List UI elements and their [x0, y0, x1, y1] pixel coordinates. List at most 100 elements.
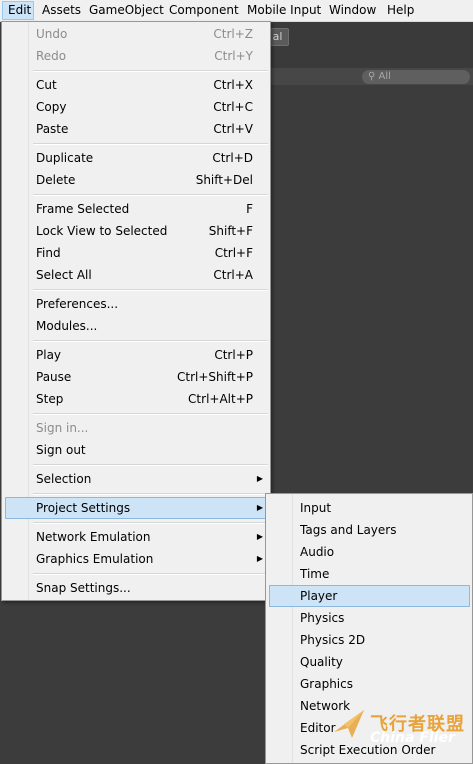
menu-item-pause[interactable]: Pause Ctrl+Shift+P	[5, 366, 267, 388]
menu-assets[interactable]: Assets	[42, 1, 81, 20]
menu-edit[interactable]: Edit	[2, 1, 34, 20]
menu-item-duplicate[interactable]: Duplicate Ctrl+D	[5, 147, 267, 169]
menu-item-label: Pause	[36, 370, 72, 384]
submenu-item-network[interactable]: Network	[269, 695, 470, 717]
menu-mobile-input[interactable]: Mobile Input	[247, 1, 321, 20]
submenu-item-physics[interactable]: Physics	[269, 607, 470, 629]
menu-item-preferences[interactable]: Preferences...	[5, 293, 267, 315]
menu-help[interactable]: Help	[387, 1, 414, 20]
menu-item-label: Script Execution Order	[300, 743, 436, 757]
menu-item-shortcut: Shift+F	[208, 224, 253, 238]
search-placeholder: All	[378, 71, 391, 82]
submenu-item-physics-2d[interactable]: Physics 2D	[269, 629, 470, 651]
menu-item-graphics-emulation[interactable]: Graphics Emulation ▶	[5, 548, 267, 570]
submenu-item-tags-and-layers[interactable]: Tags and Layers	[269, 519, 470, 541]
menu-item-selection[interactable]: Selection ▶	[5, 468, 267, 490]
menu-item-shortcut: Ctrl+V	[213, 122, 253, 136]
menu-item-modules[interactable]: Modules...	[5, 315, 267, 337]
submenu-arrow-icon: ▶	[256, 503, 263, 512]
menu-item-label: Player	[300, 589, 338, 603]
menu-bar: Edit Assets GameObject Component Mobile …	[0, 0, 473, 22]
menu-item-label: Physics	[300, 611, 345, 625]
submenu-item-quality[interactable]: Quality	[269, 651, 470, 673]
menu-separator	[33, 340, 268, 342]
menu-separator	[33, 464, 268, 466]
menu-item-undo[interactable]: Undo Ctrl+Z	[5, 23, 267, 45]
menu-item-project-settings[interactable]: Project Settings ▶	[5, 497, 267, 519]
menu-item-find[interactable]: Find Ctrl+F	[5, 242, 267, 264]
menu-item-select-all[interactable]: Select All Ctrl+A	[5, 264, 267, 286]
submenu-item-audio[interactable]: Audio	[269, 541, 470, 563]
editor-toolbar	[260, 22, 473, 68]
menu-item-label: Duplicate	[36, 151, 94, 165]
menu-item-shortcut: Ctrl+Y	[214, 49, 253, 63]
menu-item-delete[interactable]: Delete Shift+Del	[5, 169, 267, 191]
menu-item-shortcut: Ctrl+A	[213, 268, 253, 282]
edit-menu-dropdown: Undo Ctrl+Z Redo Ctrl+Y Cut Ctrl+X Copy …	[1, 21, 271, 601]
menu-separator	[33, 413, 268, 415]
menu-item-label: Graphics	[300, 677, 353, 691]
menu-window[interactable]: Window	[329, 1, 376, 20]
menu-item-label: Delete	[36, 173, 76, 187]
menu-item-cut[interactable]: Cut Ctrl+X	[5, 74, 267, 96]
menu-component[interactable]: Component	[169, 1, 239, 20]
menu-item-lock-view[interactable]: Lock View to Selected Shift+F	[5, 220, 267, 242]
menu-item-shortcut: Ctrl+Shift+P	[177, 370, 253, 384]
menu-item-copy[interactable]: Copy Ctrl+C	[5, 96, 267, 118]
menu-item-label: Sign in...	[36, 421, 89, 435]
menu-item-label: Network	[300, 699, 351, 713]
menu-separator	[33, 194, 268, 196]
submenu-item-time[interactable]: Time	[269, 563, 470, 585]
menu-item-label: Redo	[36, 49, 67, 63]
menu-item-label: Lock View to Selected	[36, 224, 168, 238]
menu-item-shortcut: Ctrl+C	[213, 100, 253, 114]
submenu-item-script-execution-order[interactable]: Script Execution Order	[269, 739, 470, 761]
menu-item-label: Find	[36, 246, 61, 260]
menu-item-sign-out[interactable]: Sign out	[5, 439, 267, 461]
menu-item-label: Quality	[300, 655, 343, 669]
menu-item-play[interactable]: Play Ctrl+P	[5, 344, 267, 366]
menu-separator	[33, 70, 268, 72]
menu-item-network-emulation[interactable]: Network Emulation ▶	[5, 526, 267, 548]
submenu-item-graphics[interactable]: Graphics	[269, 673, 470, 695]
menu-item-label: Copy	[36, 100, 67, 114]
menu-item-shortcut: Ctrl+P	[214, 348, 253, 362]
menu-item-label: Selection	[36, 472, 92, 486]
menu-item-label: Input	[300, 501, 332, 515]
menu-item-step[interactable]: Step Ctrl+Alt+P	[5, 388, 267, 410]
menu-item-label: Preferences...	[36, 297, 119, 311]
menu-separator	[33, 522, 268, 524]
submenu-item-editor[interactable]: Editor	[269, 717, 470, 739]
menu-gameobject[interactable]: GameObject	[89, 1, 164, 20]
menu-item-label: Graphics Emulation	[36, 552, 154, 566]
menu-item-frame-selected[interactable]: Frame Selected F	[5, 198, 267, 220]
menu-item-label: Modules...	[36, 319, 98, 333]
menu-item-redo[interactable]: Redo Ctrl+Y	[5, 45, 267, 67]
menu-item-label: Tags and Layers	[300, 523, 397, 537]
menu-separator	[33, 493, 268, 495]
menu-item-label: Audio	[300, 545, 335, 559]
menu-item-shortcut: Ctrl+Z	[213, 27, 253, 41]
menu-separator	[33, 289, 268, 291]
menu-item-snap-settings[interactable]: Snap Settings...	[5, 577, 267, 599]
menu-item-label: Undo	[36, 27, 68, 41]
submenu-item-input[interactable]: Input	[269, 497, 470, 519]
menu-item-sign-in[interactable]: Sign in...	[5, 417, 267, 439]
menu-item-shortcut: F	[246, 202, 253, 216]
submenu-arrow-icon: ▶	[256, 554, 263, 563]
menu-item-paste[interactable]: Paste Ctrl+V	[5, 118, 267, 140]
menu-item-label: Physics 2D	[300, 633, 366, 647]
menu-item-label: Time	[300, 567, 330, 581]
menu-item-label: Select All	[36, 268, 92, 282]
menu-item-label: Frame Selected	[36, 202, 130, 216]
search-icon: ⚲	[368, 71, 376, 82]
menu-item-label: Paste	[36, 122, 69, 136]
menu-item-shortcut: Ctrl+Alt+P	[188, 392, 253, 406]
menu-separator	[33, 143, 268, 145]
hierarchy-search-input[interactable]: ⚲ All	[362, 70, 470, 84]
menu-item-label: Snap Settings...	[36, 581, 131, 595]
menu-separator	[33, 573, 268, 575]
menu-item-label: Sign out	[36, 443, 86, 457]
submenu-item-player[interactable]: Player	[269, 585, 470, 607]
menu-item-shortcut: Ctrl+F	[214, 246, 253, 260]
